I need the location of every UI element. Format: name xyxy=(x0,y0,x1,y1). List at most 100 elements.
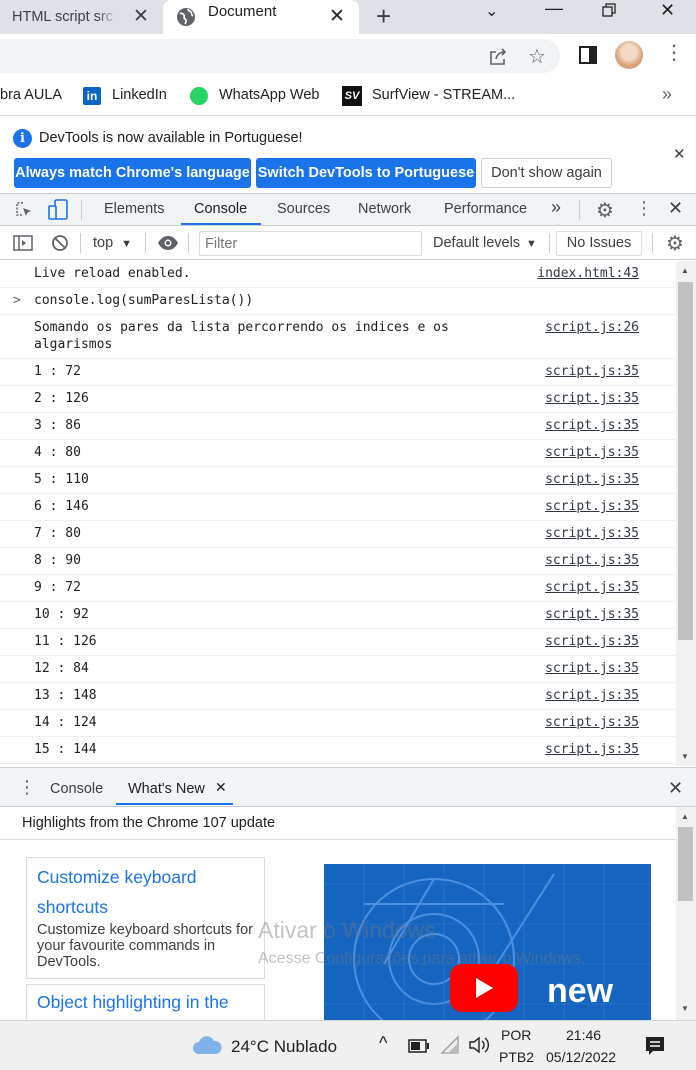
scroll-up-icon[interactable]: ▲ xyxy=(681,266,689,275)
source-link[interactable]: script.js:35 xyxy=(545,741,639,758)
clock-time[interactable]: 21:46 xyxy=(566,1027,601,1043)
card-title-link[interactable]: Object highlighting in the xyxy=(37,989,254,1015)
clock-date[interactable]: 05/12/2022 xyxy=(546,1049,616,1065)
whats-new-scrollbar[interactable]: ▲ ▼ xyxy=(676,807,696,1020)
card-title-link[interactable]: Customize keyboard shortcuts xyxy=(37,862,254,922)
always-match-language-button[interactable]: Always match Chrome's language xyxy=(14,158,251,188)
feature-card[interactable]: Object highlighting in the xyxy=(26,984,265,1024)
source-link[interactable]: script.js:35 xyxy=(545,363,639,380)
bookmark-surfview[interactable]: SurfView - STREAM... xyxy=(372,87,515,103)
source-link[interactable]: index.html:43 xyxy=(537,265,639,282)
weather-widget[interactable]: 24°C Nublado xyxy=(231,1037,337,1057)
tab-console[interactable]: Console xyxy=(194,201,247,217)
bookmark-whatsapp[interactable]: WhatsApp Web xyxy=(219,87,319,103)
restore-icon[interactable] xyxy=(601,0,617,23)
close-drawer-icon[interactable]: ✕ xyxy=(668,778,683,799)
bookmarks-overflow-icon[interactable]: » xyxy=(662,84,672,105)
close-window-icon[interactable]: ✕ xyxy=(660,0,675,21)
tab-document[interactable]: Document ✕ xyxy=(163,0,359,34)
console-message: 11 : 126 script.js:35 xyxy=(0,629,676,656)
side-panel-icon[interactable] xyxy=(579,46,597,69)
scroll-up-icon[interactable]: ▲ xyxy=(681,812,689,821)
console-filter-input[interactable] xyxy=(199,231,422,256)
log-levels-dropdown[interactable]: Default levels ▼ xyxy=(433,235,537,251)
battery-icon[interactable] xyxy=(408,1039,430,1058)
tab-title: HTML script src A xyxy=(12,9,118,25)
clear-console-icon[interactable] xyxy=(51,234,69,256)
devtools-menu-icon[interactable]: ⋮ xyxy=(635,198,653,219)
source-link[interactable]: script.js:35 xyxy=(545,417,639,434)
volume-icon[interactable] xyxy=(468,1035,490,1060)
tab-html-script[interactable]: HTML script src A ✕ xyxy=(0,0,160,34)
source-link[interactable]: script.js:35 xyxy=(545,525,639,542)
minimize-icon[interactable]: — xyxy=(545,0,563,19)
dont-show-again-button[interactable]: Don't show again xyxy=(481,158,612,188)
info-icon: i xyxy=(13,129,32,148)
close-infobar-icon[interactable]: ✕ xyxy=(673,145,686,163)
source-link[interactable]: script.js:35 xyxy=(545,552,639,569)
source-link[interactable]: script.js:35 xyxy=(545,606,639,623)
switch-devtools-button[interactable]: Switch DevTools to Portuguese xyxy=(256,158,476,188)
activation-watermark-title: Ativar o Windows xyxy=(258,917,436,943)
console-message: 8 : 90 script.js:35 xyxy=(0,548,676,575)
drawer-menu-icon[interactable]: ⋮ xyxy=(18,777,36,798)
drawer-tab-whats-new[interactable]: What's New xyxy=(128,781,205,797)
console-message-text: 12 : 84 xyxy=(34,661,89,676)
menu-kebab-icon[interactable]: ⋮ xyxy=(664,43,684,63)
scroll-down-icon[interactable]: ▼ xyxy=(681,752,689,761)
close-drawer-tab-icon[interactable]: ✕ xyxy=(215,779,227,796)
new-tab-icon[interactable]: + xyxy=(376,1,391,32)
feature-card[interactable]: Customize keyboard shortcuts Customize k… xyxy=(26,857,265,979)
console-input-echo: > console.log(sumParesLista()) xyxy=(0,288,676,315)
omnibox[interactable] xyxy=(0,39,560,73)
tab-search-icon[interactable]: ⌄ xyxy=(485,1,498,21)
share-icon[interactable] xyxy=(488,46,508,71)
youtube-play-icon[interactable] xyxy=(450,964,518,1012)
source-link[interactable]: script.js:35 xyxy=(545,444,639,461)
scroll-down-icon[interactable]: ▼ xyxy=(681,1004,689,1013)
source-link[interactable]: script.js:35 xyxy=(545,498,639,515)
source-link[interactable]: script.js:35 xyxy=(545,687,639,704)
dropdown-arrow-icon: ▼ xyxy=(121,238,133,250)
toolbar-divider xyxy=(549,233,550,253)
drawer-tab-console[interactable]: Console xyxy=(50,781,103,797)
scrollbar-thumb[interactable] xyxy=(678,827,693,901)
close-tab-icon[interactable]: ✕ xyxy=(133,5,149,28)
device-toolbar-icon[interactable] xyxy=(48,199,68,225)
input-language-top[interactable]: POR xyxy=(501,1027,531,1043)
wifi-icon[interactable] xyxy=(440,1035,460,1060)
sidebar-toggle-icon[interactable] xyxy=(13,235,33,255)
tab-sources[interactable]: Sources xyxy=(277,201,330,217)
tab-network[interactable]: Network xyxy=(358,201,411,217)
source-link[interactable]: script.js:35 xyxy=(545,390,639,407)
more-tabs-icon[interactable]: » xyxy=(551,197,561,218)
close-devtools-icon[interactable]: ✕ xyxy=(668,198,683,219)
notifications-icon[interactable] xyxy=(645,1036,665,1061)
scrollbar-thumb[interactable] xyxy=(678,282,693,640)
close-tab-icon[interactable]: ✕ xyxy=(329,5,345,28)
hidden-icons-chevron-icon[interactable]: ^ xyxy=(379,1033,387,1054)
source-link[interactable]: script.js:35 xyxy=(545,633,639,650)
input-language-bottom[interactable]: PTB2 xyxy=(499,1049,534,1065)
source-link[interactable]: script.js:35 xyxy=(545,471,639,488)
settings-gear-icon[interactable]: ⚙ xyxy=(596,198,614,223)
bookmark-aula[interactable]: bra AULA xyxy=(0,87,62,103)
console-scrollbar[interactable]: ▲ ▼ xyxy=(676,261,696,766)
bookmark-linkedin[interactable]: LinkedIn xyxy=(112,87,167,103)
tab-performance[interactable]: Performance xyxy=(444,201,527,217)
console-message-text: Somando os pares da lista percorrendo os… xyxy=(34,320,449,352)
bookmark-star-icon[interactable]: ☆ xyxy=(528,44,546,69)
source-link[interactable]: script.js:35 xyxy=(545,660,639,677)
inspect-element-icon[interactable] xyxy=(15,201,33,223)
video-thumbnail[interactable]: new xyxy=(324,864,651,1024)
avatar[interactable] xyxy=(615,41,643,69)
console-message: 14 : 124 script.js:35 xyxy=(0,710,676,737)
console-settings-icon[interactable]: ⚙ xyxy=(666,231,684,256)
source-link[interactable]: script.js:35 xyxy=(545,579,639,596)
source-link[interactable]: script.js:26 xyxy=(545,319,639,336)
source-link[interactable]: script.js:35 xyxy=(545,714,639,731)
context-selector[interactable]: top ▼ xyxy=(93,235,132,251)
issues-button[interactable]: No Issues xyxy=(556,231,642,256)
tab-elements[interactable]: Elements xyxy=(104,201,164,217)
live-expression-eye-icon[interactable] xyxy=(157,234,179,256)
